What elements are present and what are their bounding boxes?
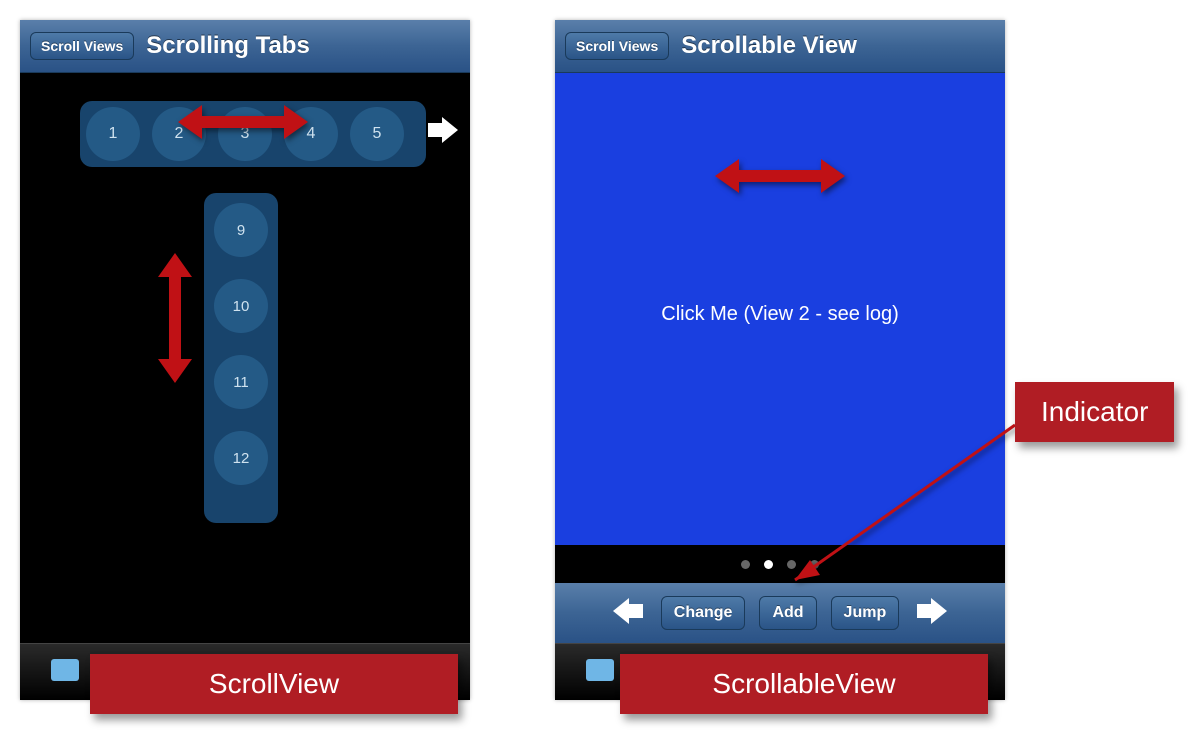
vertical-swipe-arrow-icon	[158, 253, 192, 388]
add-button[interactable]: Add	[759, 596, 816, 630]
content-area: 1 2 3 4 5 9 10 11 12	[20, 73, 470, 643]
tab-basic-icon[interactable]	[47, 655, 83, 690]
page-title: Scrolling Tabs	[146, 32, 310, 60]
horizontal-swipe-arrow-icon	[715, 159, 845, 198]
back-button[interactable]: Scroll Views	[30, 32, 134, 60]
page-dot[interactable]	[741, 560, 750, 569]
tab-button[interactable]: 11	[214, 355, 268, 409]
jump-button[interactable]: Jump	[831, 596, 900, 630]
vertical-scroll-tabs[interactable]: 9 10 11 12	[204, 193, 278, 523]
prev-arrow-icon[interactable]	[609, 598, 647, 629]
tab-basic-icon[interactable]	[582, 655, 618, 690]
navbar: Scroll Views Scrollable View	[555, 20, 1005, 73]
annotation-scrollview: ScrollView	[90, 654, 458, 714]
tab-button[interactable]: 12	[214, 431, 268, 485]
tab-button[interactable]: 1	[86, 107, 140, 161]
page-dot-active[interactable]	[764, 560, 773, 569]
phone-scrolling-tabs: Scroll Views Scrolling Tabs 1 2 3 4 5 9 …	[20, 20, 470, 700]
next-arrow-icon[interactable]	[428, 117, 458, 148]
view-label[interactable]: Click Me (View 2 - see log)	[555, 303, 1005, 326]
horizontal-swipe-arrow-icon	[178, 105, 308, 144]
annotation-indicator: Indicator	[1015, 382, 1174, 442]
change-button[interactable]: Change	[661, 596, 746, 630]
tab-button[interactable]: 5	[350, 107, 404, 161]
tab-button[interactable]: 9	[214, 203, 268, 257]
navbar: Scroll Views Scrolling Tabs	[20, 20, 470, 73]
back-button[interactable]: Scroll Views	[565, 32, 669, 60]
phone-scrollable-view: Scroll Views Scrollable View Click Me (V…	[555, 20, 1005, 700]
tab-button[interactable]: 10	[214, 279, 268, 333]
indicator-pointer-arrow-icon	[780, 420, 1020, 595]
next-arrow-icon[interactable]	[913, 598, 951, 629]
page-title: Scrollable View	[681, 32, 857, 60]
annotation-scrollableview: ScrollableView	[620, 654, 988, 714]
